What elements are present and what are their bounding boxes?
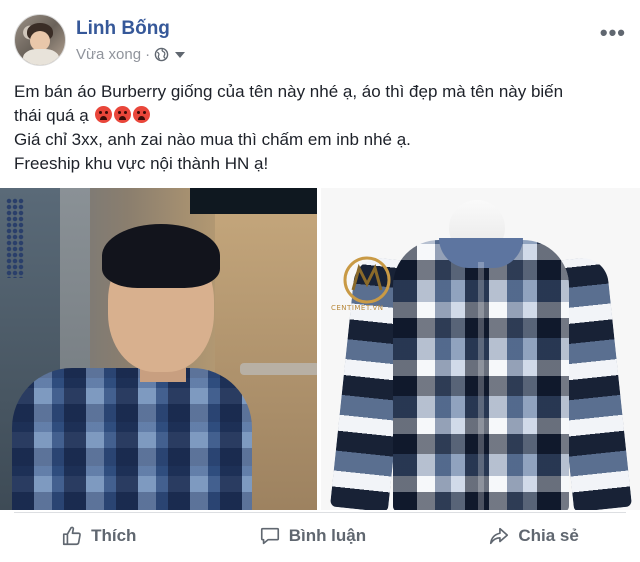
globe-icon[interactable] [154,47,169,62]
pouting-face-icon [95,106,113,123]
photo-man-in-elevator[interactable] [0,188,317,510]
watermark-text: CENTIMET.VN [331,304,384,312]
post-meta: Vừa xong · [76,46,186,63]
pouting-face-icon [133,106,151,123]
watermark-logo-icon [343,256,391,304]
share-button[interactable]: Chia sẻ [474,519,592,553]
thumbs-up-icon [63,526,81,546]
avatar[interactable] [14,14,66,66]
meta-separator: · [145,46,151,63]
pouting-face-icon [114,106,132,123]
post-line: Em bán áo Burberry giống của tên này nhé… [14,82,564,101]
post-text: Em bán áo Burberry giống của tên này nhé… [14,80,626,176]
like-label: Thích [91,526,137,545]
post-line: Freeship khu vực nội thành HN ạ! [14,154,269,173]
comment-icon [260,527,279,545]
action-divider [14,512,626,513]
photo-plaid-shirt[interactable]: CENTIMET.VN [321,188,640,510]
like-button[interactable]: Thích [47,519,150,553]
action-bar: Thích Bình luận Chia sẻ [0,514,640,558]
author-name[interactable]: Linh Bống [76,18,170,40]
comment-button[interactable]: Bình luận [245,519,380,553]
post-photos: CENTIMET.VN [0,188,640,510]
privacy-caret-icon[interactable] [175,51,186,58]
post-time[interactable]: Vừa xong [76,46,141,63]
comment-label: Bình luận [288,526,367,545]
post-line: thái quá ạ [14,104,626,128]
more-options-icon[interactable]: ••• [600,20,626,46]
post-line: Giá chỉ 3xx, anh zai nào mua thì chấm em… [14,130,411,149]
share-icon [490,527,509,545]
share-label: Chia sẻ [518,526,579,545]
facebook-post: Linh Bống Vừa xong · ••• Em bán áo Burbe… [0,0,640,562]
post-header: Linh Bống Vừa xong · ••• [14,14,626,70]
